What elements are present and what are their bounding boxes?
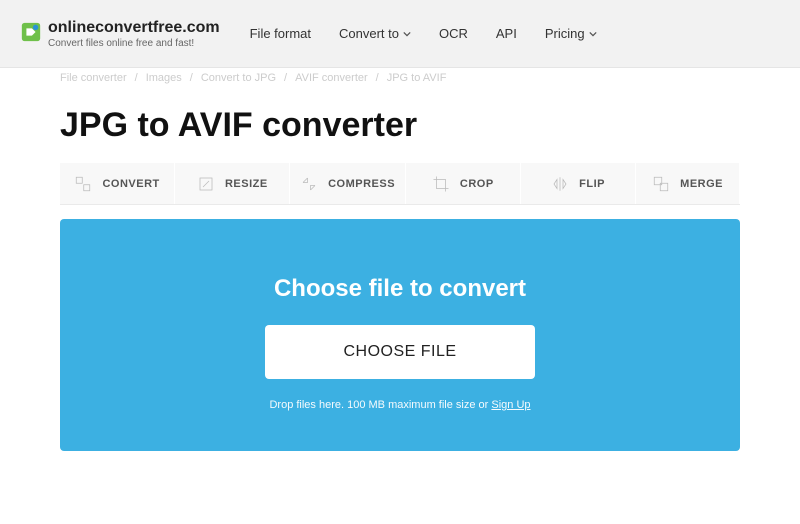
logo-title: onlineconvertfree.com — [48, 19, 220, 37]
top-header: onlineconvertfree.com Convert files onli… — [0, 0, 800, 68]
nav-convert-to-label: Convert to — [339, 26, 399, 41]
crumb-file-converter[interactable]: File converter — [60, 72, 127, 84]
merge-icon — [652, 175, 670, 193]
nav-convert-to[interactable]: Convert to — [339, 26, 411, 41]
crumb-avif-converter[interactable]: AVIF converter — [295, 72, 368, 84]
upload-area[interactable]: Choose file to convert CHOOSE FILE Drop … — [60, 219, 740, 451]
nav-ocr[interactable]: OCR — [439, 26, 468, 41]
drop-hint: Drop files here. 100 MB maximum file siz… — [80, 399, 720, 411]
logo-icon — [20, 21, 42, 43]
flip-icon — [551, 175, 569, 193]
nav-pricing-label: Pricing — [545, 26, 585, 41]
breadcrumb: File converter/ Images/ Convert to JPG/ … — [0, 68, 800, 84]
tool-merge[interactable]: MERGE — [636, 163, 740, 204]
tool-convert[interactable]: CONVERT — [60, 163, 175, 204]
tool-convert-label: CONVERT — [102, 178, 159, 190]
choose-file-button[interactable]: CHOOSE FILE — [265, 325, 534, 379]
logo-subtitle: Convert files online free and fast! — [48, 38, 220, 49]
tool-crop[interactable]: CROP — [406, 163, 521, 204]
main-nav: File format Convert to OCR API Pricing — [250, 26, 597, 41]
nav-pricing[interactable]: Pricing — [545, 26, 597, 41]
drop-hint-text: Drop files here. 100 MB maximum file siz… — [269, 399, 491, 411]
chevron-down-icon — [403, 30, 411, 38]
compress-icon — [300, 175, 318, 193]
crop-icon — [432, 175, 450, 193]
tool-crop-label: CROP — [460, 178, 494, 190]
tool-compress[interactable]: COMPRESS — [290, 163, 405, 204]
tool-flip[interactable]: FLIP — [521, 163, 636, 204]
tool-resize-label: RESIZE — [225, 178, 268, 190]
resize-icon — [197, 175, 215, 193]
convert-icon — [74, 175, 92, 193]
crumb-convert-jpg[interactable]: Convert to JPG — [201, 72, 276, 84]
tool-bar: CONVERT RESIZE COMPRESS CROP FLIP MERGE — [60, 163, 740, 205]
upload-heading: Choose file to convert — [80, 275, 720, 303]
page-title: JPG to AVIF converter — [0, 84, 800, 163]
tool-merge-label: MERGE — [680, 178, 723, 190]
crumb-current: JPG to AVIF — [387, 72, 447, 84]
signup-link[interactable]: Sign Up — [491, 399, 530, 411]
crumb-images[interactable]: Images — [146, 72, 182, 84]
tool-resize[interactable]: RESIZE — [175, 163, 290, 204]
nav-api[interactable]: API — [496, 26, 517, 41]
nav-file-format[interactable]: File format — [250, 26, 311, 41]
tool-flip-label: FLIP — [579, 178, 605, 190]
chevron-down-icon — [589, 30, 597, 38]
tool-compress-label: COMPRESS — [328, 178, 395, 190]
logo[interactable]: onlineconvertfree.com Convert files onli… — [20, 19, 220, 49]
